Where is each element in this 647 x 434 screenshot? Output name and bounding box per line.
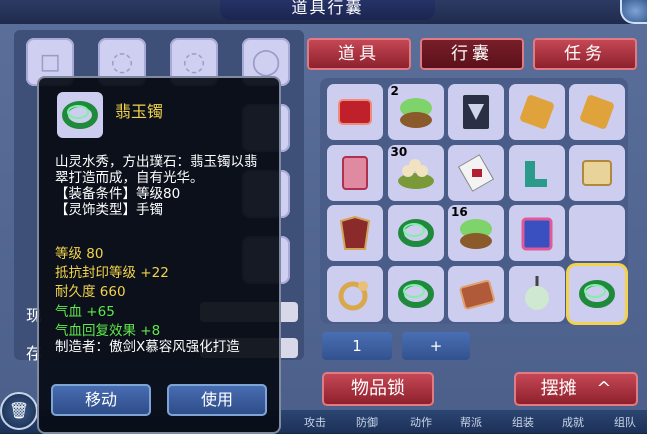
red-chest-icon [338, 99, 372, 125]
menu-attack[interactable]: 攻击 [304, 414, 326, 430]
move-button[interactable]: 移动 [51, 384, 151, 416]
use-button[interactable]: 使用 [167, 384, 267, 416]
inventory-slot[interactable] [448, 265, 504, 322]
inventory-slot[interactable] [448, 84, 504, 140]
scroll-icon [519, 95, 554, 129]
inventory-slot[interactable] [327, 84, 383, 140]
menu-action[interactable]: 动作 [410, 414, 432, 430]
map-scroll-icon [582, 159, 612, 186]
tab-items[interactable]: 道具 [307, 38, 411, 70]
menu-team[interactable]: 组队 [614, 414, 636, 430]
scroll-icon [580, 95, 614, 129]
inventory-slot[interactable] [327, 205, 383, 261]
inventory-slot[interactable] [448, 144, 504, 201]
close-button[interactable] [620, 0, 647, 24]
paper-icon [457, 153, 495, 192]
rune-scroll-icon [459, 279, 495, 310]
jade-bracelet-icon [57, 92, 103, 138]
item-count: 2 [390, 84, 399, 98]
stat-level: 等级 80 [55, 246, 104, 262]
tab-quests[interactable]: 任务 [533, 38, 637, 70]
inventory-slot[interactable] [508, 144, 565, 201]
inventory-slot[interactable]: 2 [387, 84, 444, 140]
quantity-field[interactable]: 1 [322, 332, 392, 360]
inventory-slot[interactable] [387, 205, 444, 261]
item-req-type: 【灵饰类型】手镯 [55, 202, 163, 218]
inventory-slot[interactable] [569, 84, 625, 140]
item-count: 16 [451, 205, 468, 219]
trash-icon[interactable]: 🗑 [0, 392, 38, 430]
inventory-slot[interactable] [508, 265, 565, 322]
jade-bracelet-icon [579, 279, 615, 308]
pendant-icon [524, 275, 549, 310]
empty-slot [575, 211, 619, 255]
item-name: 翡玉镯 [115, 102, 164, 121]
menu-achievement[interactable]: 成就 [562, 414, 584, 430]
inventory-slot[interactable] [327, 265, 383, 322]
item-tooltip: 翡玉镯 山灵水秀，方出璞石：翡玉镯以翡翠打造而成，自有光华。 【装备条件】等级8… [37, 76, 281, 434]
item-lock-button[interactable]: 物品锁 [322, 372, 434, 406]
inventory-slot[interactable] [569, 265, 625, 322]
boots-icon [524, 160, 547, 187]
inventory-slot[interactable] [508, 205, 565, 261]
jade-bracelet-icon [397, 219, 434, 247]
menu-defend[interactable]: 防御 [356, 414, 378, 430]
stat-resist: 抵抗封印等级 +22 [55, 265, 169, 281]
stat-durability: 耐久度 660 [55, 284, 126, 300]
stall-button[interactable]: 摆摊 ^ [514, 372, 638, 406]
menu-gang[interactable]: 帮派 [460, 414, 482, 430]
inventory-window: 道具行囊 ◻ ◌ ◌ ◯ 现 存 道具 行囊 任务 2 30 16 1 + 物品锁 摆… [0, 0, 647, 434]
window-title: 道具行囊 [220, 0, 435, 20]
stat-hp: 气血 +65 [55, 304, 115, 320]
invitation-icon [342, 155, 368, 190]
chevron-up-icon: ^ [596, 378, 612, 399]
item-count: 30 [390, 144, 408, 159]
earring-icon [338, 280, 368, 310]
inventory-slot[interactable] [569, 144, 625, 201]
armor-icon [339, 215, 371, 250]
green-bowl-icon [399, 98, 432, 128]
stat-hp-regen: 气血回复效果 +8 [55, 323, 161, 339]
menu-assemble[interactable]: 组装 [512, 414, 534, 430]
item-desc-text: 山灵水秀，方出璞石：翡玉镯以翡翠打造而成，自有光华。 [55, 154, 258, 186]
title-bar: 道具行囊 [0, 0, 647, 24]
jade-bracelet-icon [397, 279, 434, 308]
spellbook-icon [521, 217, 552, 251]
item-req-level: 【装备条件】等级80 [55, 186, 181, 202]
inventory-slot[interactable] [508, 84, 565, 140]
wolf-card-icon [461, 93, 491, 131]
stall-label: 摆摊 [540, 378, 577, 399]
inventory-slot[interactable] [387, 265, 444, 322]
inventory-slot[interactable] [327, 144, 383, 201]
tab-bag[interactable]: 行囊 [420, 38, 524, 70]
item-maker: 制造者：傲剑X慕容风强化打造 [55, 339, 240, 355]
inventory-slot[interactable]: 30 [387, 144, 444, 201]
plus-button[interactable]: + [402, 332, 470, 360]
inventory-slot[interactable]: 16 [448, 205, 504, 261]
item-description: 山灵水秀，方出璞石：翡玉镯以翡翠打造而成，自有光华。 【装备条件】等级80 【灵… [55, 154, 269, 218]
inventory-slot[interactable] [569, 205, 625, 261]
